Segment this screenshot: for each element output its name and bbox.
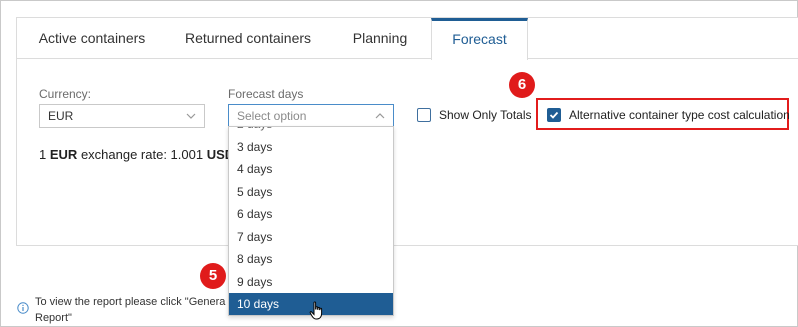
info-line-2: Report"	[35, 312, 72, 324]
currency-select[interactable]: EUR	[39, 104, 205, 128]
report-card: Active containers Returned containers Pl…	[16, 17, 798, 246]
forecast-days-dropdown[interactable]: 2 days 3 days 4 days 5 days 6 days 7 day…	[228, 126, 394, 316]
info-text: To view the report please click "Genera …	[35, 294, 225, 326]
app-frame: Active containers Returned containers Pl…	[0, 0, 798, 327]
tab-returned-containers[interactable]: Returned containers	[167, 18, 329, 59]
forecast-days-select[interactable]: Select option	[228, 104, 394, 128]
rate-middle: exchange rate: 1.001	[80, 147, 204, 162]
info-icon	[17, 302, 29, 314]
dropdown-option-8-days[interactable]: 8 days	[229, 248, 393, 270]
tab-bar: Active containers Returned containers Pl…	[17, 18, 798, 60]
hand-cursor-icon	[309, 301, 323, 320]
forecast-days-placeholder: Select option	[237, 109, 307, 123]
chevron-down-icon	[186, 113, 196, 119]
tab-forecast[interactable]: Forecast	[431, 18, 528, 60]
info-line-1: To view the report please click "Genera	[35, 296, 226, 308]
dropdown-option-5-days[interactable]: 5 days	[229, 181, 393, 203]
dropdown-option-3-days[interactable]: 3 days	[229, 136, 393, 158]
rate-from-currency: EUR	[49, 147, 78, 162]
tab-planning[interactable]: Planning	[329, 18, 431, 59]
dropdown-option-9-days[interactable]: 9 days	[229, 271, 393, 293]
tab-active-containers[interactable]: Active containers	[17, 18, 167, 59]
rate-prefix: 1	[39, 147, 47, 162]
checkmark-icon	[549, 111, 559, 119]
dropdown-option-6-days[interactable]: 6 days	[229, 203, 393, 225]
show-only-totals-checkbox[interactable]	[417, 108, 431, 122]
step-badge-5: 5	[200, 263, 226, 289]
currency-value: EUR	[48, 109, 74, 123]
chevron-up-icon	[375, 113, 385, 119]
step-badge-6: 6	[509, 72, 535, 98]
alt-cost-checkbox[interactable]	[547, 108, 561, 122]
dropdown-option-4-days[interactable]: 4 days	[229, 158, 393, 180]
forecast-days-label: Forecast days	[228, 87, 304, 101]
exchange-rate-text: 1 EUR exchange rate: 1.001 USD	[39, 147, 234, 162]
show-only-totals-option[interactable]: Show Only Totals	[417, 108, 532, 122]
dropdown-option-7-days[interactable]: 7 days	[229, 226, 393, 248]
currency-label: Currency:	[39, 87, 92, 101]
show-only-totals-label: Show Only Totals	[439, 108, 532, 122]
alt-cost-option[interactable]: Alternative container type cost calculat…	[547, 108, 790, 122]
dropdown-option-partial[interactable]: 2 days	[229, 127, 393, 135]
alt-cost-label: Alternative container type cost calculat…	[569, 108, 790, 122]
